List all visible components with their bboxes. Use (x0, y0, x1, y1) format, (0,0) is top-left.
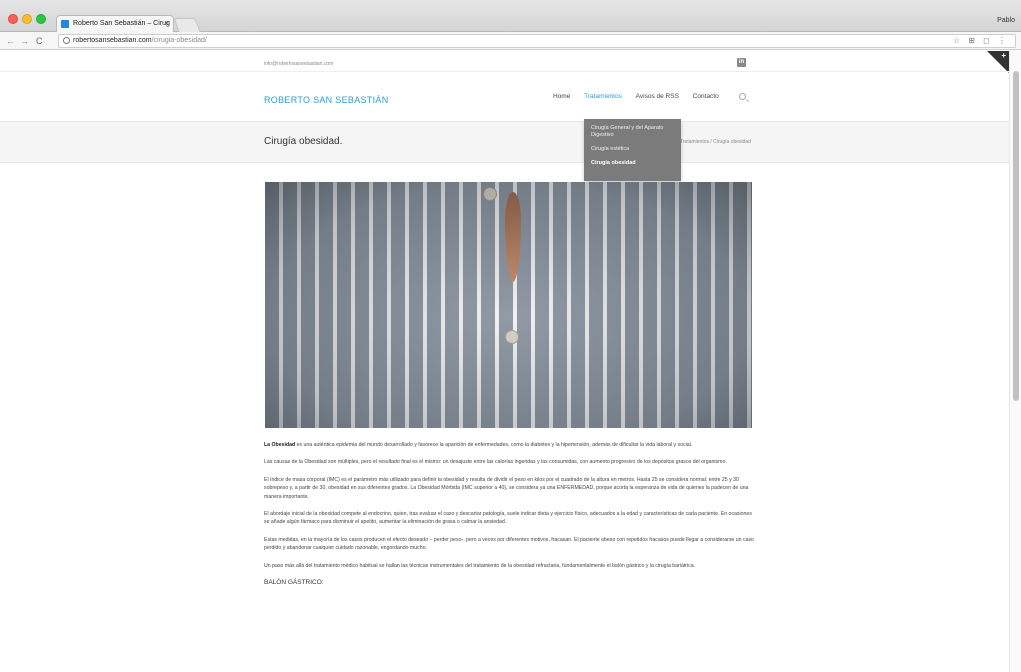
article-paragraph: Estas medidas, en la mayoría de los caso… (264, 536, 754, 552)
back-icon[interactable]: ← (6, 34, 15, 48)
nav-tratamientos[interactable]: Tratamientos (584, 93, 622, 100)
contact-email[interactable]: info@robertosansebastian.com (264, 61, 333, 67)
article-text: es una auténtica epidemia del mundo desa… (295, 442, 693, 448)
info-icon[interactable] (63, 37, 70, 44)
page-scrollbar[interactable] (1009, 51, 1021, 672)
article-paragraph: Un paso más allá del tratamiento médico … (264, 562, 696, 569)
url-path: /cirugia-obesidad/ (151, 37, 207, 44)
article-paragraph: Las causas de la Obesidad son múltiples,… (264, 459, 727, 466)
hero-image (265, 182, 752, 428)
browser-tab[interactable]: Roberto San Sebastián – Cirug × (56, 15, 174, 32)
nav-home[interactable]: Home (553, 93, 570, 100)
web-page: info@robertosansebastian.com in + ROBERT… (0, 51, 1009, 672)
toolbar-actions-icons[interactable]: ☆ ⊞ ◻ ⋮ (953, 35, 1009, 47)
minimize-window-button[interactable] (22, 14, 32, 24)
browser-titlebar: Roberto San Sebastián – Cirug × Pablo (0, 0, 1021, 32)
page-title-band: Cirugía obesidad. Tratamientos / Cirugía… (0, 121, 1009, 163)
maximize-window-button[interactable] (36, 14, 46, 24)
tratamientos-dropdown: Cirugía General y del Aparato Digestivo … (584, 119, 681, 181)
header-divider (0, 71, 1009, 72)
scrollbar-thumb[interactable] (1013, 71, 1019, 401)
forward-icon[interactable]: → (20, 34, 29, 48)
dropdown-item-cirugia-obesidad[interactable]: Cirugía obesidad (591, 160, 674, 167)
linkedin-icon[interactable]: in (737, 58, 746, 67)
tab-title: Roberto San Sebastián – Cirug (73, 20, 170, 27)
article-paragraph: El índice de masa corporal (IMC) es el p… (264, 476, 749, 500)
article-subheading: BALÓN GÁSTRICO: (264, 579, 324, 587)
site-favicon-icon (61, 20, 69, 28)
main-navigation: Home Tratamientos Avisos de RSS Contacto (553, 93, 731, 100)
article-paragraph: La Obesidad es una auténtica epidemia de… (264, 441, 754, 449)
browser-toolbar: ← → C robertosansebastian.com/cirugia-ob… (0, 32, 1021, 50)
article-strong: La Obesidad (264, 442, 296, 448)
page-title: Cirugía obesidad. (264, 136, 343, 147)
breadcrumb[interactable]: Tratamientos / Cirugía obesidad (680, 139, 751, 145)
search-icon[interactable] (739, 93, 746, 100)
nav-avisos-rss[interactable]: Avisos de RSS (636, 93, 679, 100)
nav-contacto[interactable]: Contacto (693, 93, 719, 100)
address-bar[interactable]: robertosansebastian.com/cirugia-obesidad… (58, 34, 1016, 48)
profile-name[interactable]: Pablo (997, 17, 1015, 24)
dropdown-item-cirugia-general[interactable]: Cirugía General y del Aparato Digestivo (591, 125, 674, 139)
browser-window: Roberto San Sebastián – Cirug × Pablo ← … (0, 0, 1021, 672)
plus-icon[interactable]: + (1001, 51, 1006, 60)
url-host: robertosansebastian.com (73, 37, 152, 44)
close-window-button[interactable] (8, 14, 18, 24)
article-body: La Obesidad es una auténtica epidemia de… (264, 441, 754, 587)
article-paragraph: El abordaje inicial de la obesidad compe… (264, 511, 752, 526)
new-tab-button[interactable] (173, 18, 201, 32)
dropdown-item-cirugia-estetica[interactable]: Cirugía estética (591, 146, 674, 153)
close-tab-icon[interactable]: × (164, 16, 169, 32)
hero-shading (265, 182, 752, 428)
site-logo[interactable]: ROBERTO SAN SEBASTIÁN (264, 95, 389, 105)
reload-icon[interactable]: C (36, 34, 43, 48)
